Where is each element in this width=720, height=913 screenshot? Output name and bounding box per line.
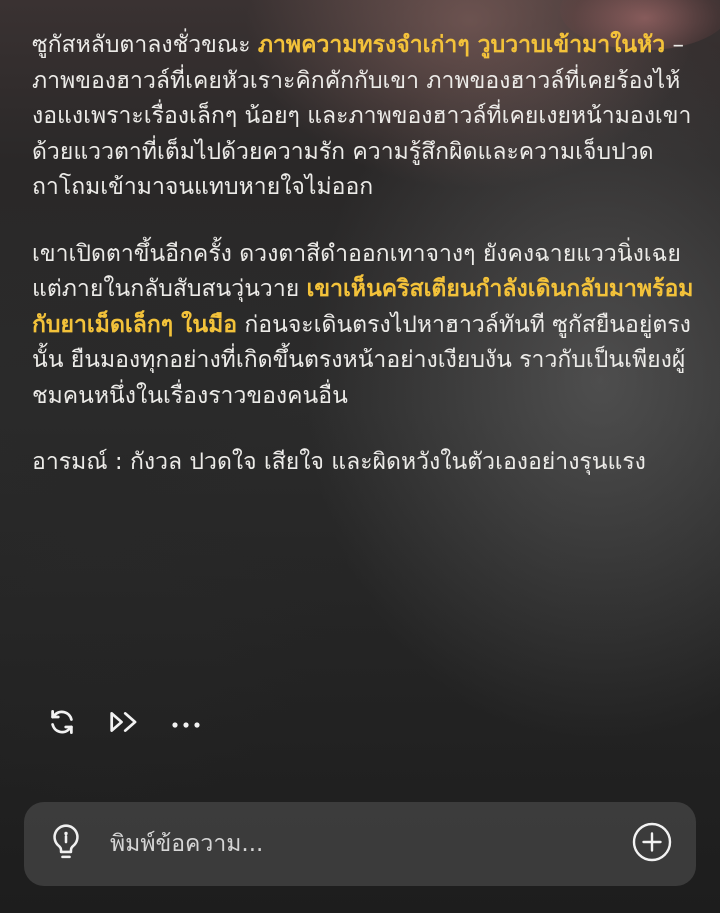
add-attachment-button[interactable] (630, 822, 674, 866)
message-actions (44, 704, 204, 744)
lightbulb-icon (49, 822, 83, 866)
refresh-icon (47, 707, 77, 741)
story-paragraph-1: ซูกัสหลับตาลงชั่วขณะ ภาพความทรงจำเก่าๆ ว… (32, 28, 702, 206)
story-message: ซูกัสหลับตาลงชั่วขณะ ภาพความทรงจำเก่าๆ ว… (32, 28, 702, 512)
suggestion-button[interactable] (46, 822, 86, 866)
paragraph-text: อารมณ์ : กังวล ปวดใจ เสียใจ และผิดหวังใน… (32, 449, 646, 475)
more-dots-icon (171, 715, 201, 734)
emotion-line: อารมณ์ : กังวล ปวดใจ เสียใจ และผิดหวังใน… (32, 445, 702, 481)
highlighted-text: ภาพความทรงจำเก่าๆ วูบวาบเข้ามาในหัว (257, 32, 666, 58)
regenerate-button[interactable] (44, 706, 80, 742)
message-input-bar (24, 802, 696, 886)
story-paragraph-2: เขาเปิดตาขึ้นอีกครั้ง ดวงตาสีดำออกเทาจาง… (32, 237, 702, 415)
plus-circle-icon (631, 821, 673, 867)
continue-button[interactable] (106, 706, 142, 742)
more-options-button[interactable] (168, 706, 204, 742)
paragraph-text: ซูกัสหลับตาลงชั่วขณะ (32, 32, 258, 58)
message-input[interactable] (108, 830, 630, 858)
fast-forward-icon (108, 707, 140, 741)
